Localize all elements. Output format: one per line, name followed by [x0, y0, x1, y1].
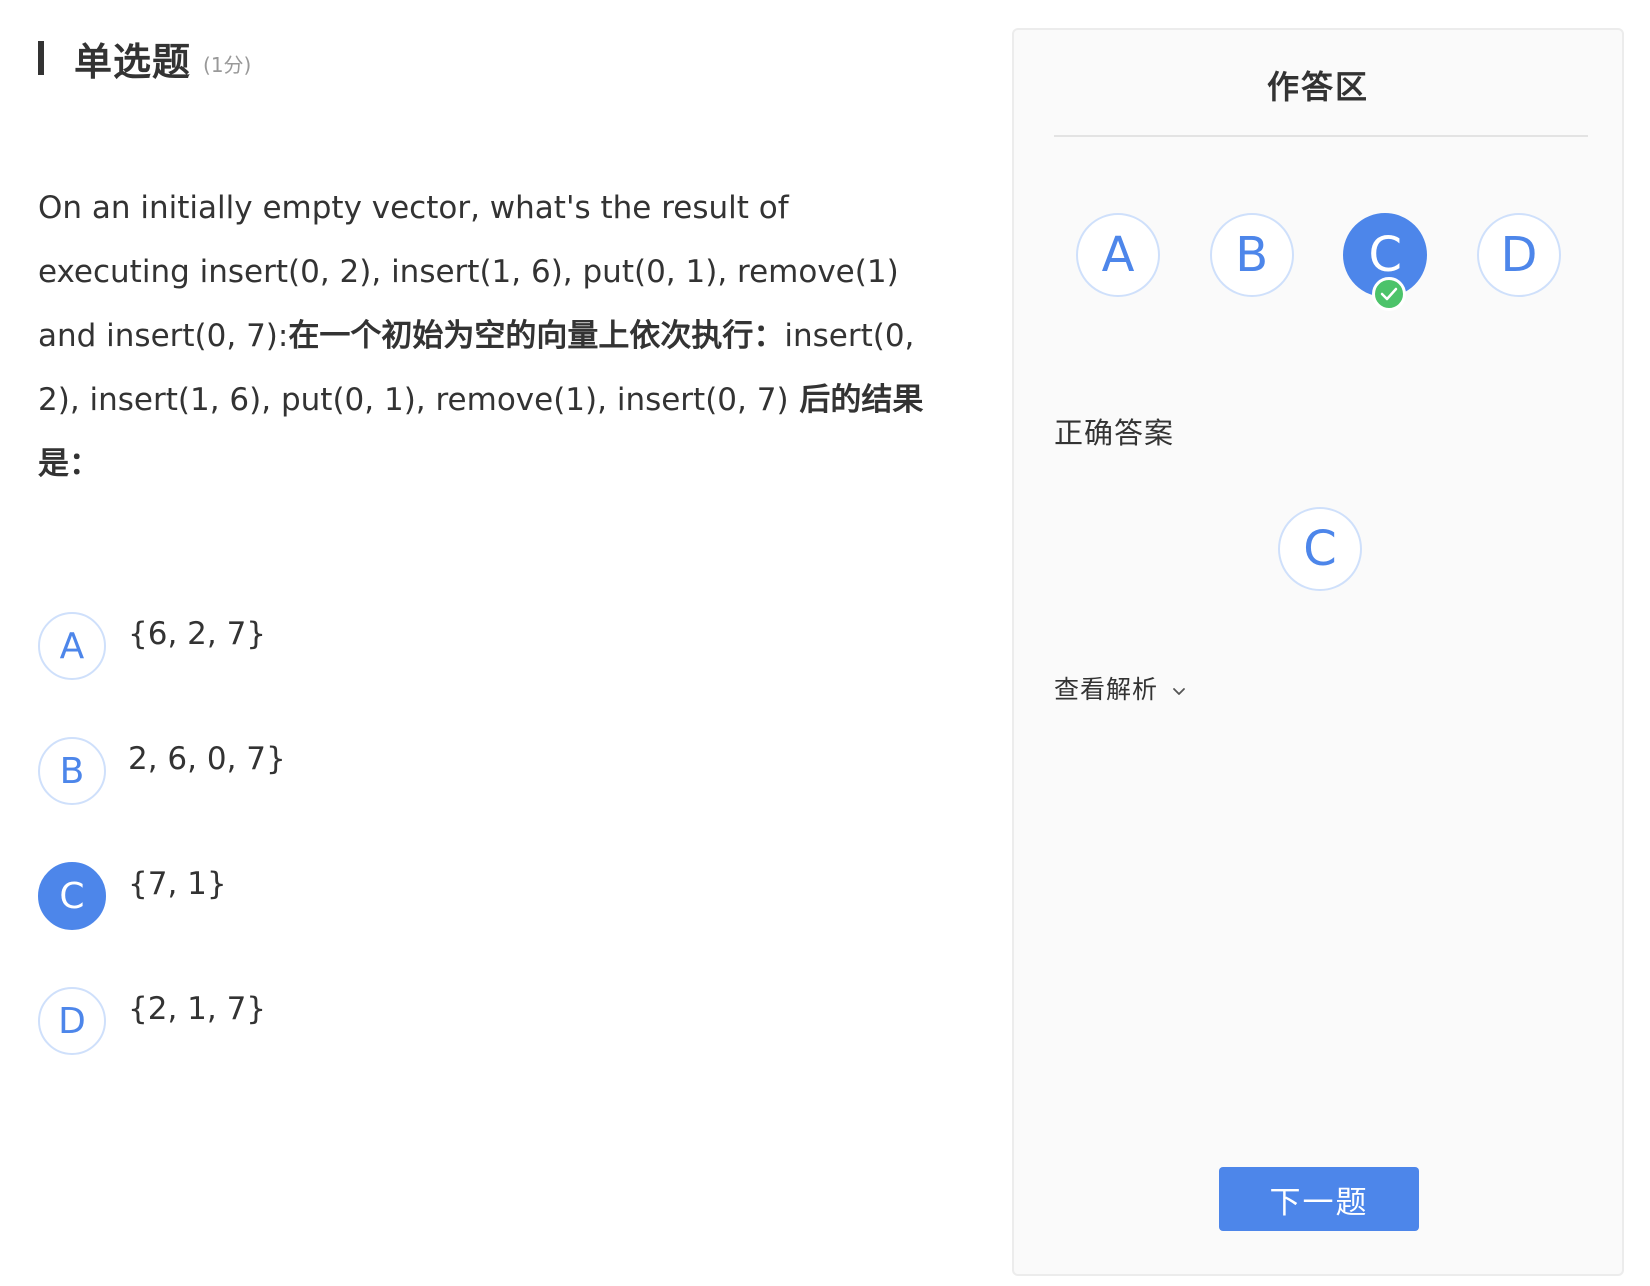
answer-choice-c-label: C [1368, 227, 1403, 283]
panel-divider [1054, 135, 1588, 137]
option-c-text: {7, 1} [128, 866, 227, 902]
page: 单选题 (1分) On an initially empty vector, w… [0, 0, 1650, 1286]
question-text: On an initially empty vector, what's the… [38, 176, 948, 496]
option-b-text: 2, 6, 0, 7} [128, 741, 286, 777]
option-a-text: {6, 2, 7} [128, 616, 267, 652]
view-analysis-toggle[interactable]: 查看解析 [1054, 670, 1186, 706]
question-text-cn-1: 在一个初始为空的向量上依次执行： [288, 318, 785, 354]
correct-answer-circle: C [1278, 507, 1362, 591]
answer-choice-d[interactable]: D [1476, 213, 1561, 297]
question-type-label: 单选题 [74, 39, 192, 84]
answer-choice-b[interactable]: B [1209, 213, 1294, 297]
view-analysis-label: 查看解析 [1054, 675, 1159, 704]
answer-panel-title: 作答区 [1266, 68, 1369, 106]
option-d-text: {2, 1, 7} [128, 991, 267, 1027]
question-section: 单选题 (1分) On an initially empty vector, w… [38, 28, 958, 1112]
question-score: (1分) [203, 52, 252, 77]
answer-choice-a[interactable]: A [1076, 213, 1160, 297]
option-b[interactable]: B 2, 6, 0, 7} [38, 737, 958, 862]
next-question-button[interactable]: 下一题 [1219, 1167, 1419, 1231]
question-header: 单选题 (1分) [38, 28, 958, 88]
check-icon [1372, 277, 1407, 311]
answer-panel: 作答区 A B C D 正确答案 C 查看解析 下一题 [1012, 28, 1624, 1276]
option-d[interactable]: D {2, 1, 7} [38, 987, 958, 1112]
correct-answer-label: 正确答案 [1054, 416, 1175, 450]
chevron-down-icon [1172, 681, 1186, 700]
option-c[interactable]: C {7, 1} [38, 862, 958, 987]
option-c-circle[interactable]: C [38, 862, 106, 930]
option-a-circle[interactable]: A [38, 612, 106, 680]
option-a[interactable]: A {6, 2, 7} [38, 612, 958, 737]
title-accent-bar [38, 41, 44, 75]
options-list: A {6, 2, 7} B 2, 6, 0, 7} C {7, 1} D {2,… [38, 612, 958, 1112]
answer-choice-c[interactable]: C [1343, 213, 1428, 311]
answer-choices: A B C D [1076, 213, 1561, 311]
option-b-circle[interactable]: B [38, 737, 106, 805]
option-d-circle[interactable]: D [38, 987, 106, 1055]
